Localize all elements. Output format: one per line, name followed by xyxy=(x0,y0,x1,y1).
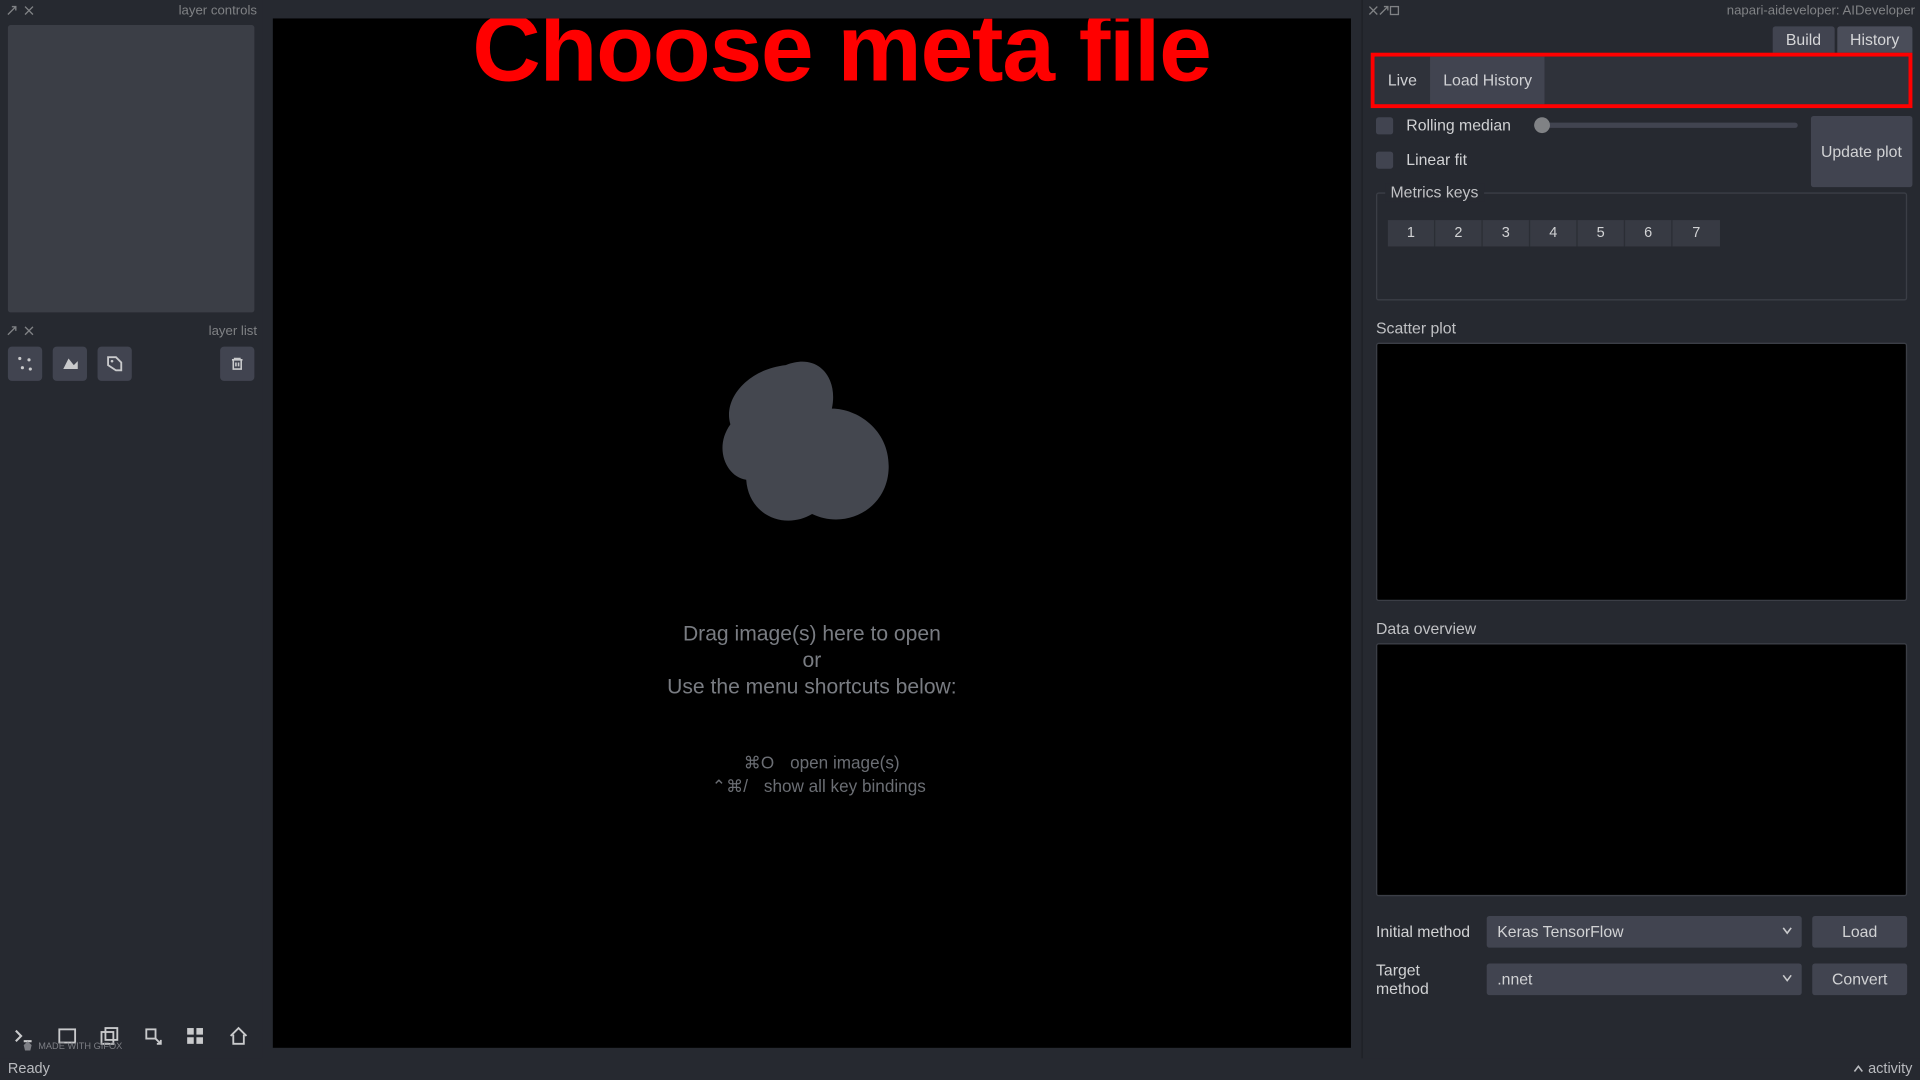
undock-icon[interactable] xyxy=(1379,5,1390,16)
metrics-keys-label: Metrics keys xyxy=(1385,183,1483,201)
metric-key-3[interactable]: 3 xyxy=(1483,220,1530,246)
close-icon[interactable] xyxy=(22,4,35,17)
subtab-live[interactable]: Live xyxy=(1375,57,1430,104)
rolling-median-label: Rolling median xyxy=(1406,116,1511,134)
update-plot-button[interactable]: Update plot xyxy=(1810,116,1912,187)
right-panel-header: napari-aideveloper: AIDeveloper xyxy=(1363,0,1920,21)
metric-key-5[interactable]: 5 xyxy=(1578,220,1625,246)
linear-fit-label: Linear fit xyxy=(1406,150,1467,168)
metric-key-6[interactable]: 6 xyxy=(1625,220,1672,246)
linear-fit-checkbox[interactable] xyxy=(1376,151,1393,168)
tab-history[interactable]: History xyxy=(1837,26,1913,52)
drop-line1: Drag image(s) here to open xyxy=(667,622,957,648)
drop-hint: Drag image(s) here to open or Use the me… xyxy=(667,332,957,797)
close-icon[interactable] xyxy=(1368,5,1379,16)
data-overview-group: Data overview xyxy=(1376,619,1907,896)
shortcut-key: ⌃⌘/ xyxy=(698,774,748,797)
shortcut-label: open image(s) xyxy=(790,751,900,774)
gifox-badge: MADE WITH GIFOX xyxy=(21,1040,122,1053)
layer-tools xyxy=(0,341,262,391)
initial-method-label: Initial method xyxy=(1376,923,1476,941)
rolling-median-slider[interactable] xyxy=(1535,123,1798,128)
chevron-down-icon xyxy=(1781,924,1794,937)
chevron-down-icon xyxy=(1781,971,1794,984)
layer-list-header: layer list xyxy=(0,320,262,341)
shortcut-label: show all key bindings xyxy=(764,774,926,797)
transpose-button[interactable] xyxy=(136,1019,168,1053)
history-subtabs-highlighted: Live Load History xyxy=(1371,53,1913,108)
points-layer-button[interactable] xyxy=(8,347,42,381)
undock-icon[interactable] xyxy=(5,324,18,337)
drop-line3: Use the menu shortcuts below: xyxy=(667,675,957,701)
undock-icon[interactable] xyxy=(5,4,18,17)
initial-method-dropdown[interactable]: Keras TensorFlow xyxy=(1487,916,1802,948)
shapes-layer-button[interactable] xyxy=(53,347,87,381)
chevron-up-icon xyxy=(1854,1064,1865,1075)
layer-controls-body xyxy=(8,25,254,312)
close-icon[interactable] xyxy=(22,324,35,337)
top-tabs: Build History xyxy=(1363,21,1920,53)
plugin-title: napari-aideveloper: AIDeveloper xyxy=(1727,3,1915,17)
metric-key-4[interactable]: 4 xyxy=(1530,220,1577,246)
target-method-dropdown[interactable]: .nnet xyxy=(1487,963,1802,995)
tab-build[interactable]: Build xyxy=(1773,26,1835,52)
scatter-plot-canvas[interactable] xyxy=(1376,343,1907,601)
subtab-load-history[interactable]: Load History xyxy=(1430,57,1545,104)
labels-layer-button[interactable] xyxy=(98,347,132,381)
target-method-label: Target method xyxy=(1376,961,1476,998)
canvas[interactable]: Choose meta file Drag image(s) here to o… xyxy=(273,18,1351,1047)
scatter-plot-group: Scatter plot xyxy=(1376,319,1907,601)
expand-icon[interactable] xyxy=(1389,5,1400,16)
metric-key-2[interactable]: 2 xyxy=(1435,220,1482,246)
metric-key-7[interactable]: 7 xyxy=(1673,220,1720,246)
shortcut-key: ⌘O xyxy=(724,751,774,774)
data-overview-label: Data overview xyxy=(1376,619,1907,637)
right-panel: napari-aideveloper: AIDeveloper Build Hi… xyxy=(1361,0,1920,1058)
drop-line2: or xyxy=(667,648,957,674)
data-overview-canvas[interactable] xyxy=(1376,643,1907,896)
rolling-median-checkbox[interactable] xyxy=(1376,117,1393,134)
metrics-keys-group: Metrics keys 1 2 3 4 5 6 7 xyxy=(1376,192,1907,300)
napari-logo-icon xyxy=(693,332,930,569)
load-button[interactable]: Load xyxy=(1812,916,1907,948)
layer-controls-title: layer controls xyxy=(179,3,257,17)
delete-layer-button[interactable] xyxy=(220,347,254,381)
scatter-plot-label: Scatter plot xyxy=(1376,319,1907,337)
layer-controls-header: layer controls xyxy=(0,0,262,21)
target-method-value: .nnet xyxy=(1497,970,1532,988)
grid-button[interactable] xyxy=(179,1019,211,1053)
canvas-area: Choose meta file Drag image(s) here to o… xyxy=(262,0,1361,1058)
activity-indicator[interactable]: activity xyxy=(1854,1061,1913,1077)
left-sidebar: layer controls layer list MADE WITH GI xyxy=(0,0,262,1058)
initial-method-value: Keras TensorFlow xyxy=(1497,923,1623,941)
home-button[interactable] xyxy=(222,1019,254,1053)
layer-list-body xyxy=(8,391,254,1013)
convert-button[interactable]: Convert xyxy=(1812,963,1907,995)
layer-list-title: layer list xyxy=(209,324,257,338)
overlay-title: Choose meta file xyxy=(472,18,1210,102)
status-text: Ready xyxy=(8,1061,50,1077)
metric-key-1[interactable]: 1 xyxy=(1388,220,1435,246)
status-bar: Ready activity xyxy=(0,1058,1920,1079)
